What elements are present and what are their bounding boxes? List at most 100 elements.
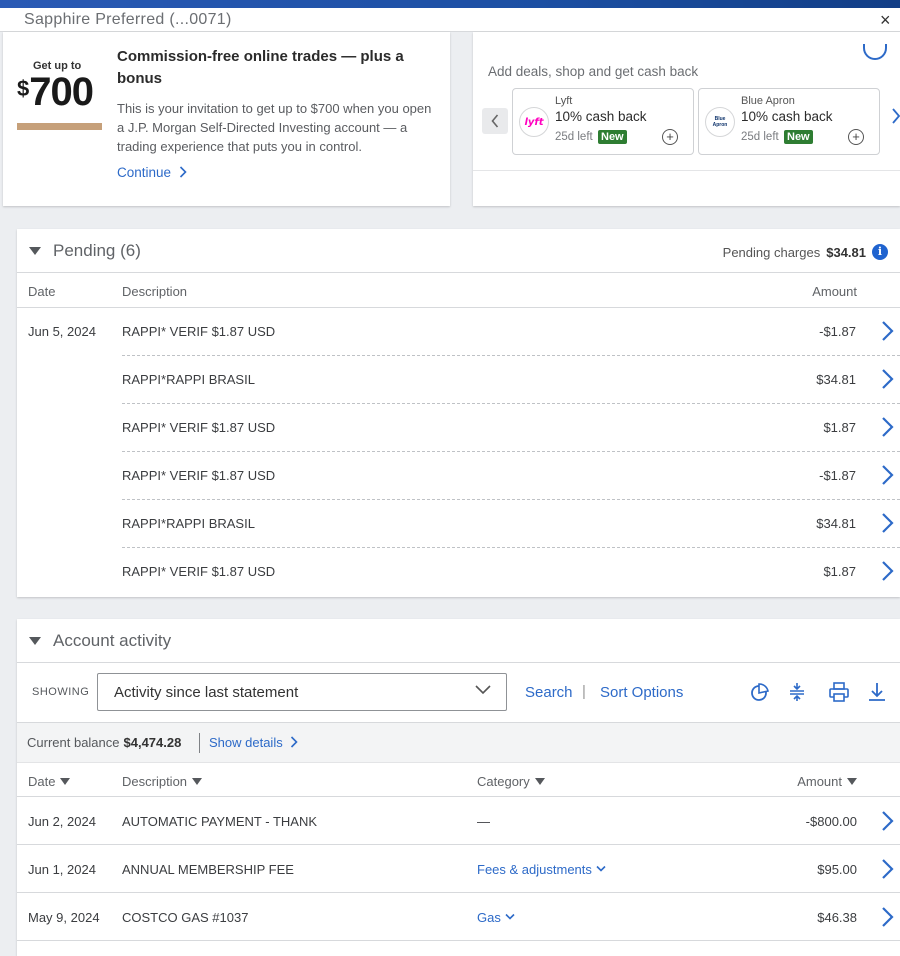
show-details-link[interactable]: Show details: [209, 735, 298, 750]
promo-amount-number: 700: [29, 70, 94, 114]
pending-header[interactable]: Pending (6) Pending charges $34.81 i: [17, 229, 900, 273]
row-amount: $1.87: [823, 564, 856, 579]
top-header-strip: [0, 0, 900, 8]
col-date-sort[interactable]: Date: [28, 774, 71, 789]
sort-triangle-icon: [60, 778, 71, 785]
chevron-left-icon: [491, 114, 499, 128]
deal-offer: 10% cash back: [741, 109, 833, 124]
promo-continue-label: Continue: [117, 165, 172, 180]
expand-collapse-icon[interactable]: [786, 681, 808, 703]
account-title-bar: Sapphire Preferred (...0071) ×: [0, 8, 900, 32]
col-description-label: Description: [122, 774, 188, 789]
chevron-right-icon[interactable]: [881, 906, 894, 928]
chevron-right-icon[interactable]: [881, 368, 894, 390]
col-category-sort[interactable]: Category: [477, 774, 545, 789]
collapse-triangle-icon[interactable]: [29, 637, 41, 645]
row-date: Jun 1, 2024: [28, 862, 96, 877]
promo-continue-link[interactable]: Continue: [117, 165, 187, 180]
activity-column-header: Date Description Category Amount: [17, 763, 900, 797]
print-icon[interactable]: [828, 681, 850, 703]
pending-row[interactable]: RAPPI*RAPPI BRASIL $34.81: [17, 500, 900, 548]
chevron-right-icon[interactable]: [881, 320, 894, 342]
chevron-down-icon: [596, 865, 606, 872]
row-amount: $34.81: [816, 372, 856, 387]
pending-charges: Pending charges $34.81 i: [723, 244, 888, 260]
promo-amount: $700: [17, 70, 94, 115]
col-description-sort[interactable]: Description: [122, 774, 203, 789]
current-balance-bar: Current balance $4,474.28 Show details: [17, 723, 900, 763]
pending-row[interactable]: Jun 5, 2024 RAPPI* VERIF $1.87 USD -$1.87: [17, 308, 900, 356]
activity-row[interactable]: Jun 2, 2024 AUTOMATIC PAYMENT - THANK — -$8…: [17, 797, 900, 845]
promo-headline: Commission-free online trades — plus a b…: [117, 48, 404, 87]
row-amount: -$800.00: [805, 814, 857, 829]
row-amount: $34.81: [816, 516, 856, 531]
account-name[interactable]: Sapphire Preferred (...0071): [24, 11, 232, 29]
pending-row[interactable]: RAPPI* VERIF $1.87 USD $1.87: [17, 548, 900, 596]
search-link[interactable]: Search: [525, 684, 573, 701]
lyft-logo-text: lyft: [524, 116, 544, 128]
deal-card-lyft[interactable]: lyft Lyft 10% cash back 25d left New +: [512, 88, 694, 155]
row-category: Fees & adjustments: [477, 862, 592, 877]
promo-accent-bar: [17, 123, 102, 130]
deals-prev-button[interactable]: [482, 108, 508, 134]
row-description: RAPPI*RAPPI BRASIL: [122, 372, 255, 387]
download-icon[interactable]: [866, 681, 888, 703]
chevron-right-icon[interactable]: [881, 416, 894, 438]
deals-divider: [473, 170, 900, 171]
promo-dollar-sign: $: [17, 76, 30, 101]
pending-row[interactable]: RAPPI* VERIF $1.87 USD $1.87: [17, 404, 900, 452]
add-deal-plus-icon[interactable]: +: [848, 129, 864, 145]
chevron-right-icon: [892, 108, 900, 124]
add-deal-plus-icon[interactable]: +: [662, 129, 678, 145]
current-balance: Current balance $4,474.28: [27, 735, 181, 750]
activity-row[interactable]: Jun 1, 2024 ANNUAL MEMBERSHIP FEE Fees & a…: [17, 845, 900, 893]
chevron-right-icon[interactable]: [881, 560, 894, 582]
row-description: RAPPI* VERIF $1.87 USD: [122, 564, 276, 579]
row-description: COSTCO GAS #1037: [122, 910, 249, 925]
account-activity-section: Account activity SHOWING Activity since …: [17, 619, 900, 956]
pending-charges-label: Pending charges: [722, 244, 821, 260]
promo-body: This is your invitation to get up to $70…: [117, 101, 432, 154]
row-category-dropdown[interactable]: Gas: [477, 910, 515, 925]
info-icon[interactable]: i: [872, 244, 888, 260]
row-description: RAPPI*RAPPI BRASIL: [122, 516, 255, 531]
activity-title: Account activity: [53, 631, 172, 650]
activity-row[interactable]: May 9, 2024 COSTCO GAS #1037 Gas $46.38: [17, 893, 900, 941]
close-icon[interactable]: ×: [880, 10, 891, 31]
deal-brand: Lyft: [555, 95, 573, 107]
chevron-right-icon[interactable]: [881, 464, 894, 486]
chevron-right-icon: [291, 736, 298, 748]
deals-next-button[interactable]: [891, 108, 900, 129]
row-date: Jun 2, 2024: [28, 814, 96, 829]
col-amount-sort[interactable]: Amount: [797, 774, 857, 789]
spending-chart-icon[interactable]: [748, 681, 770, 703]
show-details-label: Show details: [209, 735, 283, 750]
pending-row[interactable]: RAPPI*RAPPI BRASIL $34.81: [17, 356, 900, 404]
deal-card-blue-apron[interactable]: Blue Apron Blue Apron 10% cash back 25d …: [698, 88, 880, 155]
link-separator: |: [582, 683, 586, 700]
row-date: Jun 5, 2024: [28, 324, 96, 339]
chevron-right-icon[interactable]: [881, 858, 894, 880]
collapse-triangle-icon[interactable]: [29, 247, 41, 255]
deals-card: Add deals, shop and get cash back lyft L…: [473, 32, 900, 206]
chevron-right-icon[interactable]: [881, 810, 894, 832]
showing-select-value: Activity since last statement: [114, 684, 299, 701]
offers-badge-icon[interactable]: [863, 44, 887, 60]
row-category: Gas: [477, 910, 501, 925]
chevron-right-icon[interactable]: [881, 512, 894, 534]
sort-options-link[interactable]: Sort Options: [600, 684, 683, 701]
row-category: —: [477, 814, 490, 829]
col-amount: Amount: [812, 284, 857, 299]
activity-toolbar: SHOWING Activity since last statement Se…: [17, 663, 900, 723]
row-description: RAPPI* VERIF $1.87 USD: [122, 468, 276, 483]
pending-charges-value: $34.81: [826, 244, 866, 260]
row-category-dropdown[interactable]: Fees & adjustments: [477, 862, 606, 877]
col-date-label: Date: [28, 774, 56, 789]
activity-header[interactable]: Account activity: [17, 619, 900, 663]
showing-select[interactable]: Activity since last statement: [97, 673, 507, 711]
pending-row[interactable]: RAPPI* VERIF $1.87 USD -$1.87: [17, 452, 900, 500]
sort-triangle-icon: [534, 778, 545, 785]
pending-section: Pending (6) Pending charges $34.81 i Dat…: [17, 229, 900, 597]
sort-triangle-icon: [192, 778, 203, 785]
pending-title: Pending (6): [53, 241, 141, 260]
